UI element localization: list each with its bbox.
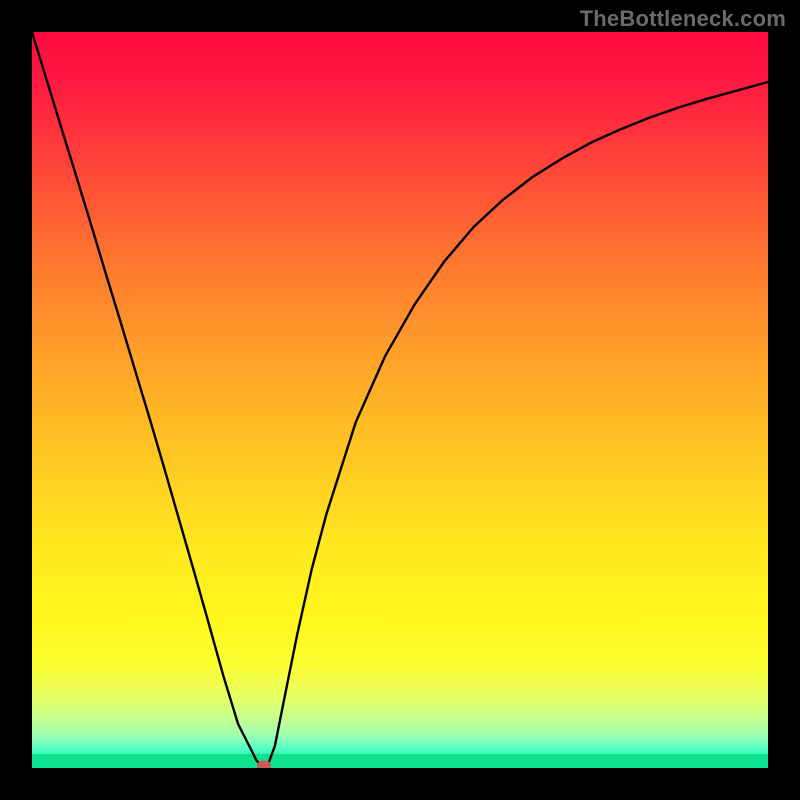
curve-path	[32, 32, 768, 766]
plot-area	[32, 32, 768, 768]
optimal-point-marker	[257, 760, 271, 768]
chart-frame: TheBottleneck.com	[0, 0, 800, 800]
watermark-text: TheBottleneck.com	[580, 6, 786, 32]
bottleneck-curve	[32, 32, 768, 768]
